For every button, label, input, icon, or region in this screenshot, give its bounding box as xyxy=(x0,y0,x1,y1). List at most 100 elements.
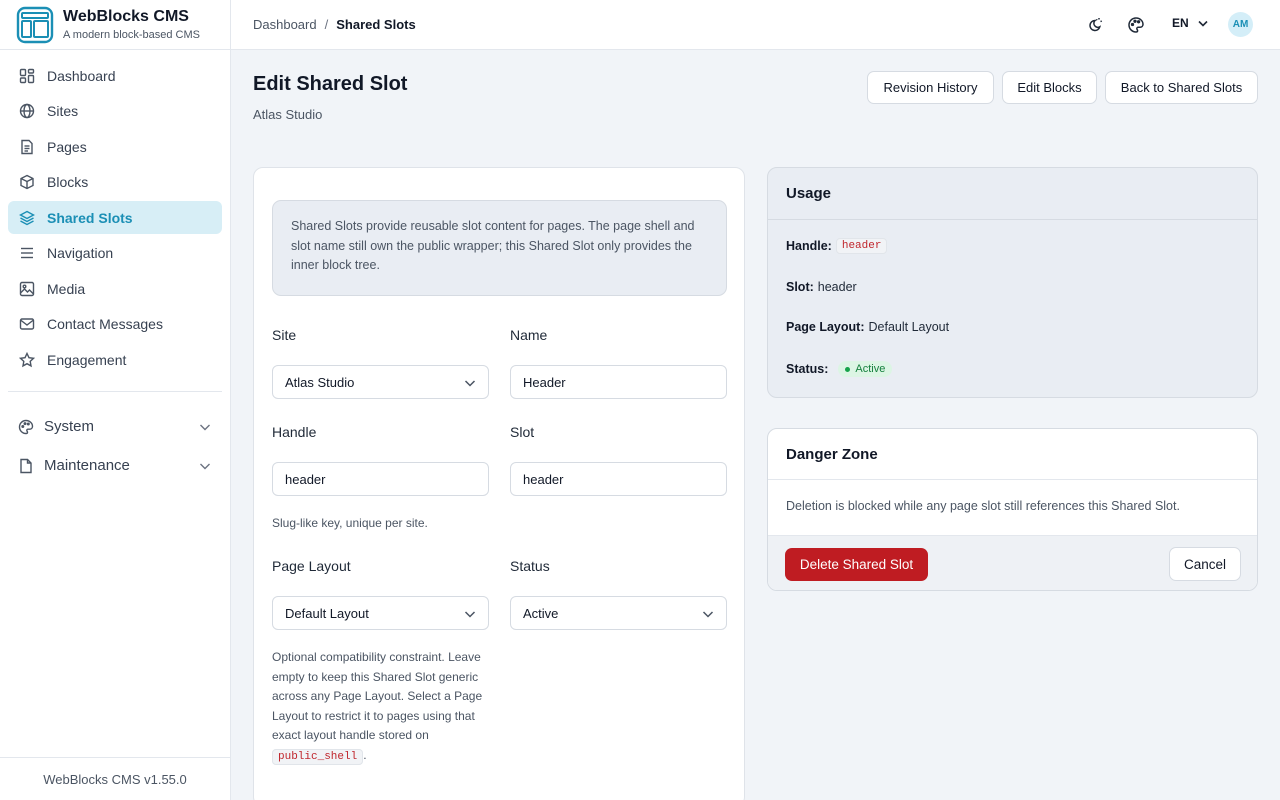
sidebar-nav: Dashboard Sites Pages Blocks Shared Slot… xyxy=(0,50,230,482)
danger-zone-card: Danger Zone Deletion is blocked while an… xyxy=(767,428,1258,591)
page-layout-hint: Optional compatibility constraint. Leave… xyxy=(272,648,487,767)
sidebar-item-engagement[interactable]: Engagement xyxy=(8,343,222,376)
handle-hint: Slug-like key, unique per site. xyxy=(272,516,428,530)
slot-input-value: header xyxy=(523,471,564,487)
sidebar-item-navigation[interactable]: Navigation xyxy=(8,237,222,270)
brand-subtitle: A modern block-based CMS xyxy=(63,28,200,41)
layers-icon xyxy=(19,210,35,226)
usage-slot-value: header xyxy=(817,280,857,294)
name-input-value: Header xyxy=(523,374,566,390)
page-layout-hint-end: . xyxy=(363,747,367,762)
name-label: Name xyxy=(510,327,548,343)
brand[interactable]: WebBlocks CMS A modern block-based CMS xyxy=(0,0,230,50)
sidebar-item-sites[interactable]: Sites xyxy=(8,95,222,128)
edit-blocks-button[interactable]: Edit Blocks xyxy=(1002,71,1097,104)
sidebar: WebBlocks CMS A modern block-based CMS D… xyxy=(0,0,231,800)
sidebar-item-label: Sites xyxy=(47,103,79,119)
usage-handle-label: Handle: xyxy=(786,239,832,253)
logo-icon xyxy=(16,6,54,44)
page-icon xyxy=(19,139,35,155)
handle-label: Handle xyxy=(272,424,317,440)
revision-history-button[interactable]: Revision History xyxy=(867,71,994,104)
star-icon xyxy=(19,351,35,368)
sidebar-item-label: Dashboard xyxy=(47,67,116,84)
sidebar-item-label: Media xyxy=(47,280,86,297)
sidebar-group-label: System xyxy=(44,418,95,435)
sidebar-group-label: Maintenance xyxy=(44,457,130,474)
usage-slot: Slot: header xyxy=(786,280,857,294)
status-label: Status xyxy=(510,558,550,574)
usage-handle-code: header xyxy=(835,238,888,254)
sidebar-item-label: Blocks xyxy=(47,174,89,190)
language-label: EN xyxy=(1172,16,1189,30)
sidebar-item-label: Contact Messages xyxy=(47,316,163,332)
brand-title: WebBlocks CMS xyxy=(63,7,189,25)
sidebar-divider xyxy=(8,391,222,392)
layout-handle-code: public_shell xyxy=(272,748,364,765)
page-layout-select-value: Default Layout xyxy=(285,605,369,621)
globe-icon xyxy=(19,103,35,119)
sidebar-item-media[interactable]: Media xyxy=(8,272,222,305)
file-icon xyxy=(18,458,34,474)
sidebar-group-system[interactable]: System xyxy=(8,410,222,443)
breadcrumb-separator: / xyxy=(324,17,329,32)
chevron-down-icon xyxy=(464,608,476,620)
delete-shared-slot-button[interactable]: Delete Shared Slot xyxy=(785,548,928,581)
danger-zone-title: Danger Zone xyxy=(768,429,1257,480)
sidebar-item-blocks[interactable]: Blocks xyxy=(8,166,222,199)
chevron-down-icon xyxy=(198,459,212,473)
page-subtitle: Atlas Studio xyxy=(253,107,323,122)
site-select-value: Atlas Studio xyxy=(285,374,355,390)
sidebar-item-contact-messages[interactable]: Contact Messages xyxy=(8,308,222,341)
theme-toggle-icon[interactable] xyxy=(1086,16,1104,34)
usage-card: Usage Handle: header Slot: header Page L… xyxy=(767,167,1258,398)
usage-status-label: Status: xyxy=(786,362,829,376)
usage-status: Status: Active xyxy=(786,361,893,377)
status-select[interactable]: Active xyxy=(510,596,727,630)
language-selector[interactable]: EN xyxy=(1172,16,1209,30)
handle-input-value: header xyxy=(285,471,326,487)
usage-page-layout: Page Layout: Default Layout xyxy=(786,320,949,334)
handle-input[interactable]: header xyxy=(272,462,489,496)
info-box: Shared Slots provide reusable slot conte… xyxy=(272,200,727,296)
usage-title: Usage xyxy=(768,168,1257,220)
sidebar-item-label: Pages xyxy=(47,138,87,155)
topbar: Dashboard / Shared Slots EN AM xyxy=(231,0,1280,50)
shared-slot-form: Shared Slots provide reusable slot conte… xyxy=(253,167,745,800)
sidebar-group-maintenance[interactable]: Maintenance xyxy=(8,449,222,482)
sidebar-item-label: Engagement xyxy=(47,351,127,368)
sidebar-item-dashboard[interactable]: Dashboard xyxy=(8,59,222,92)
sidebar-footer-version: WebBlocks CMS v1.55.0 xyxy=(0,757,230,800)
name-input[interactable]: Header xyxy=(510,365,727,399)
status-badge: Active xyxy=(838,361,893,377)
usage-page-layout-label: Page Layout: xyxy=(786,320,865,334)
cube-icon xyxy=(19,174,35,190)
chevron-down-icon xyxy=(702,608,714,620)
page-layout-select[interactable]: Default Layout xyxy=(272,596,489,630)
sidebar-item-pages[interactable]: Pages xyxy=(8,130,222,163)
palette-icon[interactable] xyxy=(1127,16,1145,34)
page-layout-hint-text: Optional compatibility constraint. Leave… xyxy=(272,650,483,742)
dashboard-icon xyxy=(19,68,35,84)
chevron-down-icon xyxy=(464,377,476,389)
mail-icon xyxy=(19,316,35,332)
palette-icon xyxy=(18,419,34,435)
sidebar-item-label: Shared Slots xyxy=(47,209,133,226)
avatar[interactable]: AM xyxy=(1228,12,1253,37)
site-select[interactable]: Atlas Studio xyxy=(272,365,489,399)
breadcrumb-dashboard[interactable]: Dashboard xyxy=(253,17,317,32)
image-icon xyxy=(19,281,35,297)
status-badge-label: Active xyxy=(855,363,886,375)
usage-page-layout-value: Default Layout xyxy=(868,320,950,334)
slot-label: Slot xyxy=(510,424,535,440)
danger-zone-footer: Delete Shared Slot Cancel xyxy=(768,535,1257,590)
danger-zone-text: Deletion is blocked while any page slot … xyxy=(786,499,1180,513)
chevron-down-icon xyxy=(198,420,212,434)
slot-input[interactable]: header xyxy=(510,462,727,496)
sidebar-item-label: Navigation xyxy=(47,245,114,261)
sidebar-item-shared-slots[interactable]: Shared Slots xyxy=(8,201,222,234)
cancel-button[interactable]: Cancel xyxy=(1169,547,1241,581)
chevron-down-icon xyxy=(1197,17,1209,29)
menu-icon xyxy=(19,245,35,261)
back-to-shared-slots-button[interactable]: Back to Shared Slots xyxy=(1105,71,1258,104)
